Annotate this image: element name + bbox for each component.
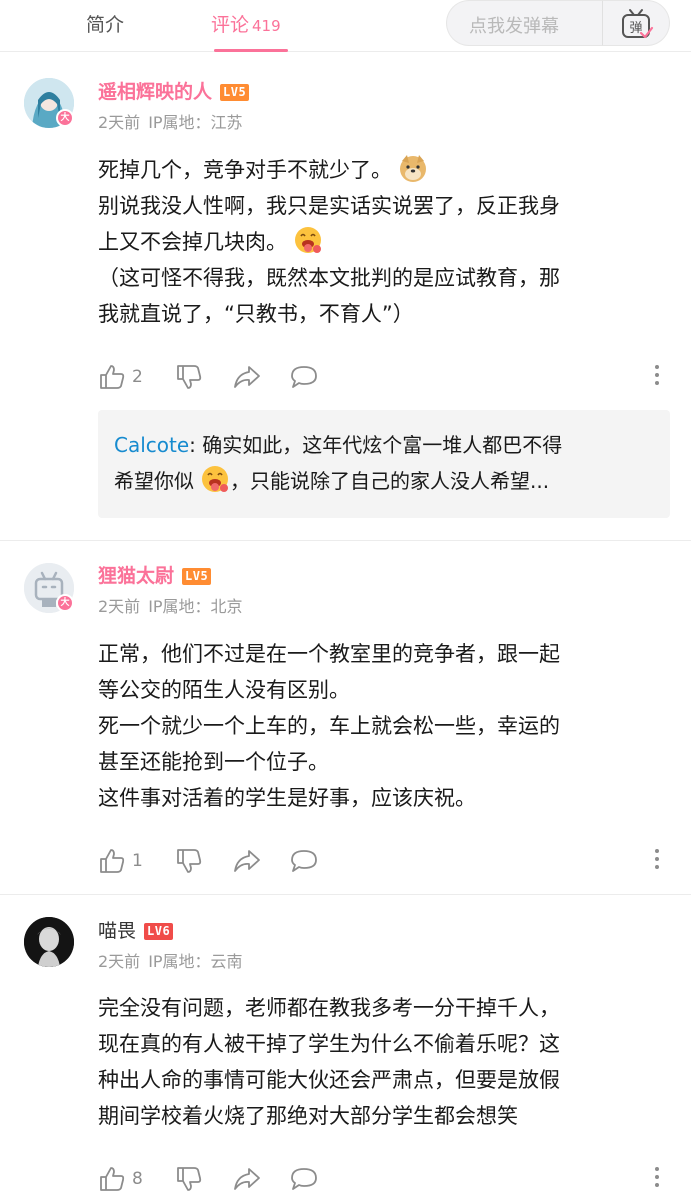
more-icon[interactable]: [654, 849, 660, 873]
like-button[interactable]: 2: [98, 362, 143, 392]
reply-icon: [291, 1168, 317, 1190]
reply-button[interactable]: [289, 846, 319, 876]
share-icon: [234, 366, 260, 388]
dislike-button[interactable]: [175, 362, 203, 392]
comment-line: 现在真的有人被干掉了学生为什么不偷着乐呢？这: [98, 1032, 560, 1056]
tab-comments[interactable]: 评论 419: [211, 10, 281, 37]
comment-line: 上又不会掉几块肉。: [98, 230, 287, 254]
vip-badge: 大: [56, 109, 74, 127]
more-icon[interactable]: [654, 365, 660, 389]
comment-line: 别说我没人性啊，我只是实话实说罢了，反正我身: [98, 194, 560, 218]
share-button[interactable]: [232, 846, 262, 876]
reply-preview[interactable]: Calcote: 确实如此，这年代炫个富一堆人都巴不得 希望你似 ，只能说除了自己…: [98, 410, 670, 518]
share-button[interactable]: [232, 1164, 262, 1194]
comment-meta: 2天前 IP属地：云南: [98, 948, 243, 972]
reply-text: Calcote: 确实如此，这年代炫个富一堆人都巴不得 希望你似 ，只能说除了自己…: [114, 427, 654, 499]
username-text: 狸猫太尉: [98, 565, 175, 587]
dislike-icon: [177, 849, 202, 873]
danmaku-input[interactable]: 点我发弹幕: [446, 0, 602, 46]
ip-location: IP属地：北京: [148, 597, 243, 616]
reply-icon: [291, 366, 317, 388]
vip-badge: 大: [56, 594, 74, 612]
top-tab-bar: 简介 评论 419 点我发弹幕 弹: [0, 0, 691, 52]
reply-username[interactable]: Calcote: [114, 433, 189, 457]
tab-comments-label: 评论: [211, 14, 250, 36]
more-icon[interactable]: [654, 1167, 660, 1191]
danmaku-toggle-button[interactable]: 弹: [602, 0, 670, 46]
like-count: 1: [132, 851, 143, 871]
comment-line: 我就直说了，“只教书，不育人”）: [98, 302, 414, 326]
ip-location: IP属地：江苏: [148, 113, 243, 132]
comment-count: 419: [252, 17, 281, 35]
comment-actions: 2: [98, 362, 668, 392]
like-icon: [100, 1167, 125, 1191]
share-button[interactable]: [232, 362, 262, 392]
comment-line: （这可怪不得我，既然本文批判的是应试教育，那: [98, 266, 560, 290]
comment-time: 2天前: [98, 113, 141, 132]
username-text: 喵畏: [98, 920, 137, 942]
share-icon: [234, 850, 260, 872]
dislike-icon: [177, 365, 202, 389]
like-count: 2: [132, 367, 143, 387]
comment-text: 死掉几个，竞争对手不就少了。 别说我没人性啊，我只是实话实说罢了，反正我身 上又…: [98, 152, 658, 332]
reply-button[interactable]: [289, 362, 319, 392]
danmaku-placeholder: 点我发弹幕: [469, 16, 559, 37]
reply-line: : 确实如此，这年代炫个富一堆人都巴不得: [189, 433, 563, 457]
share-icon: [234, 1168, 260, 1190]
reply-line: 希望你似: [114, 469, 194, 493]
comment-line: 期间学校着火烧了那绝对大部分学生都会想笑: [98, 1104, 518, 1128]
ip-location: IP属地：云南: [148, 952, 243, 971]
doge-emoji: [400, 155, 426, 182]
comment-text: 正常，他们不过是在一个教室里的竞争者，跟一起 等公交的陌生人没有区别。 死一个就…: [98, 636, 658, 816]
dislike-button[interactable]: [175, 1164, 203, 1194]
comment-line: 死一个就少一个上车的，车上就会松一些，幸运的: [98, 714, 560, 738]
username[interactable]: 遥相辉映的人 LV5: [98, 77, 250, 104]
level-badge: LV5: [220, 84, 250, 101]
like-button[interactable]: 1: [98, 846, 143, 876]
comment-line: 这件事对活着的学生是好事，应该庆祝。: [98, 786, 476, 810]
comment-divider: [0, 894, 691, 895]
comment-line: 完全没有问题，老师都在教我多考一分干掉千人，: [98, 996, 560, 1020]
comment-time: 2天前: [98, 952, 141, 971]
comment-line: 死掉几个，竞争对手不就少了。: [98, 158, 392, 182]
username[interactable]: 喵畏 LV6: [98, 916, 174, 943]
level-badge: LV6: [144, 923, 174, 940]
like-icon: [100, 365, 125, 389]
like-icon: [100, 849, 125, 873]
dislike-icon: [177, 1167, 202, 1191]
like-button[interactable]: 8: [98, 1164, 143, 1194]
comment-line: 等公交的陌生人没有区别。: [98, 678, 350, 702]
reply-icon: [291, 850, 317, 872]
like-count: 8: [132, 1169, 143, 1189]
active-tab-indicator: [214, 49, 288, 52]
comment-divider: [0, 540, 691, 541]
username[interactable]: 狸猫太尉 LV5: [98, 561, 212, 588]
tongue-emoji: [295, 227, 321, 253]
danmaku-tv-icon: 弹: [622, 9, 654, 39]
comment-actions: 1: [98, 846, 668, 876]
comment-line: 甚至还能抢到一个位子。: [98, 750, 329, 774]
comment-meta: 2天前 IP属地：江苏: [98, 109, 243, 133]
comment-text: 完全没有问题，老师都在教我多考一分干掉千人， 现在真的有人被干掉了学生为什么不偷…: [98, 990, 658, 1134]
comment-meta: 2天前 IP属地：北京: [98, 593, 243, 617]
reply-button[interactable]: [289, 1164, 319, 1194]
tab-intro[interactable]: 简介: [86, 10, 124, 37]
dislike-button[interactable]: [175, 846, 203, 876]
avatar[interactable]: [24, 917, 74, 967]
tongue-emoji: [202, 466, 228, 492]
reply-line: ，只能说除了自己的家人没人希望...: [230, 469, 550, 493]
level-badge: LV5: [182, 568, 212, 585]
username-text: 遥相辉映的人: [98, 81, 213, 103]
comment-time: 2天前: [98, 597, 141, 616]
comment-line: 正常，他们不过是在一个教室里的竞争者，跟一起: [98, 642, 560, 666]
comment-line: 种出人命的事情可能大伙还会严肃点，但要是放假: [98, 1068, 560, 1092]
comment-actions: 8: [98, 1164, 668, 1194]
